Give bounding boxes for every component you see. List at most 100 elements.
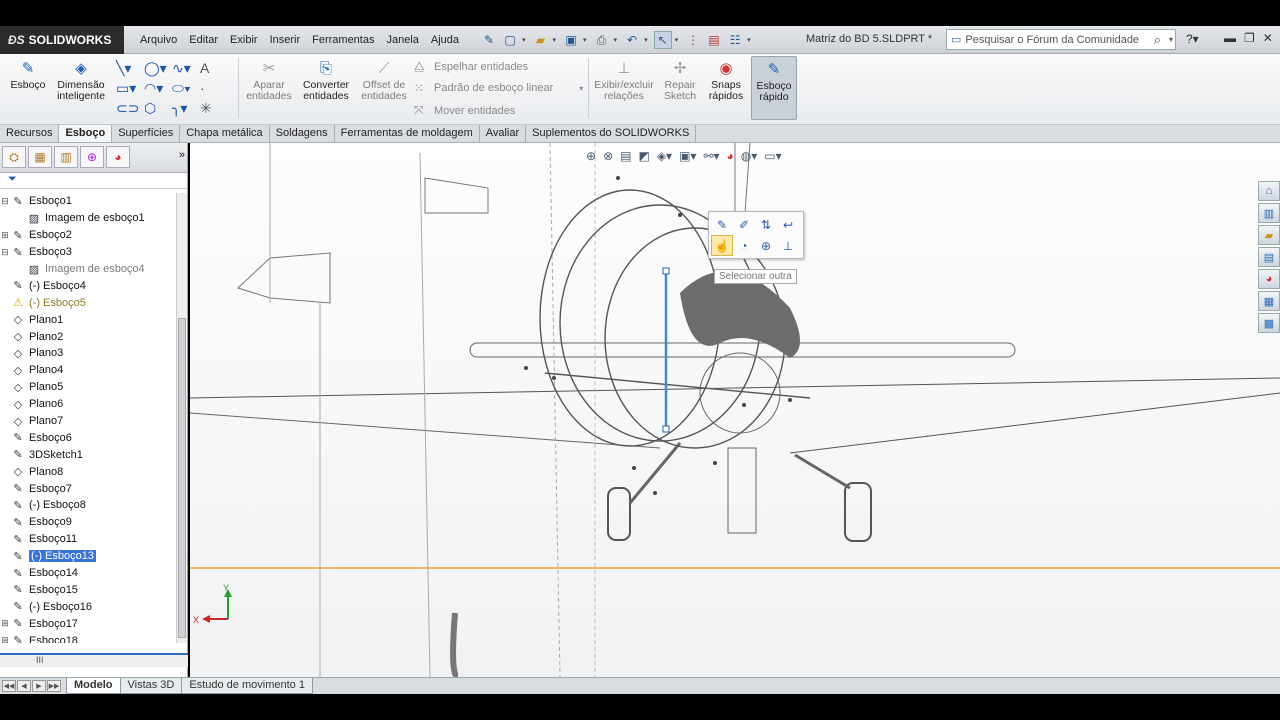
smart-dimension-button[interactable]: ◈ Dimensão inteligente (52, 58, 110, 102)
exit-sketch-icon[interactable]: ↩ (777, 214, 799, 235)
property-manager-icon[interactable]: ▦ (28, 146, 52, 168)
traffic-light-icon[interactable]: ⋮ (684, 31, 702, 49)
tree-item[interactable]: ✎ Esboço9 (0, 514, 176, 531)
menu-arquivo[interactable]: Arquivo (134, 34, 183, 46)
view-settings-icon[interactable]: ▭▾ (764, 149, 781, 163)
next-tab-icon[interactable]: ▶ (32, 680, 46, 692)
collapse-icon[interactable]: ⊟ (0, 196, 10, 207)
tree-item[interactable]: ✎ (-) Esboço13 (0, 548, 176, 565)
tab-estudo-movimento[interactable]: Estudo de movimento 1 (181, 678, 313, 694)
last-tab-icon[interactable]: ▶▶ (47, 680, 61, 692)
tree-item[interactable]: ◇ Plano1 (0, 311, 176, 328)
expand-icon[interactable]: ⊞ (0, 635, 10, 643)
edit-sketch-icon[interactable]: ✎ (711, 214, 733, 235)
menu-editar[interactable]: Editar (183, 34, 224, 46)
fillet-icon[interactable]: ╮▾ (172, 98, 200, 118)
section-view-icon[interactable]: ◩ (638, 149, 649, 163)
move-entities-button[interactable]: ⤧ Mover entidades (414, 103, 515, 118)
tree-horizontal-scrollbar[interactable]: III (0, 653, 188, 667)
tab-ferramentas-moldagem[interactable]: Ferramentas de moldagem (335, 125, 480, 142)
help-icon[interactable]: ?▾ (1186, 32, 1199, 46)
text-icon[interactable]: A (200, 58, 228, 78)
chevron-down-icon[interactable]: ▾ (522, 36, 526, 44)
tree-item[interactable]: ⊟ ✎ Esboço1 (0, 193, 176, 210)
ellipse-icon[interactable]: ⬭▾ (172, 78, 200, 98)
chevron-down-icon[interactable]: ▾ (644, 36, 648, 44)
expand-icon[interactable]: ⊞ (0, 230, 10, 241)
display-manager-icon[interactable]: ◕ (106, 146, 130, 168)
previous-view-icon[interactable]: ▤ (620, 149, 631, 163)
tree-item[interactable]: ⊞ ✎ Esboço2 (0, 227, 176, 244)
tab-recursos[interactable]: Recursos (0, 125, 60, 142)
tree-item[interactable]: ✎ Esboço15 (0, 581, 176, 598)
rectangle-icon[interactable]: ▭▾ (116, 78, 144, 98)
tab-chapa-metalica[interactable]: Chapa metálica (180, 125, 270, 142)
scrollbar-thumb[interactable] (178, 318, 186, 638)
repair-sketch-button[interactable]: ✢ Repair Sketch (660, 58, 700, 102)
new-document-icon[interactable]: ▢ (501, 31, 519, 49)
quick-snaps-button[interactable]: ◉ Snaps rápidos (704, 58, 748, 102)
chevron-down-icon[interactable]: ▾ (553, 36, 557, 44)
custom-properties-icon[interactable]: ▦ (1258, 291, 1280, 311)
convert-entities-button[interactable]: ⎘ Converter entidades (300, 58, 352, 102)
design-library-icon[interactable]: ▥ (1258, 203, 1280, 223)
polygon-icon[interactable]: ⬡ (144, 98, 172, 118)
slot-icon[interactable]: ⊂⊃ (116, 98, 144, 118)
tree-item[interactable]: ✎ Esboço14 (0, 565, 176, 582)
solidworks-logo[interactable]: ƉS SOLIDWORKS (0, 26, 124, 54)
open-folder-icon[interactable]: ▰ (532, 31, 550, 49)
tree-item[interactable]: ✎ (-) Esboço4 (0, 277, 176, 294)
hide-icon[interactable]: ◔ (733, 235, 755, 256)
file-properties-icon[interactable]: ▤ (705, 31, 723, 49)
display-relations-button[interactable]: ⊥ Exibir/excluir relações (592, 58, 656, 102)
view-palette-icon[interactable]: ▤ (1258, 247, 1280, 267)
plane-icon[interactable]: ✳ (200, 98, 228, 118)
spline-icon[interactable]: ∿▾ (172, 58, 200, 78)
undo-icon[interactable]: ↶ (623, 31, 641, 49)
appearances-icon[interactable]: ◕ (1258, 269, 1280, 289)
linear-pattern-button[interactable]: ⁙ Padrão de esboço linear ▾ (414, 81, 583, 95)
chevron-down-icon[interactable]: ▾ (675, 36, 679, 44)
chevron-down-icon[interactable]: ▾ (614, 36, 618, 44)
chevron-down-icon[interactable]: ▾ (583, 36, 587, 44)
zoom-selection-icon[interactable]: ⊕ (755, 235, 777, 256)
tab-avaliar[interactable]: Avaliar (480, 125, 527, 142)
menu-ferramentas[interactable]: Ferramentas (306, 34, 380, 46)
tree-item[interactable]: ◇ Plano5 (0, 379, 176, 396)
close-icon[interactable]: ✕ (1263, 31, 1273, 45)
print-icon[interactable]: ⎙ (593, 31, 611, 49)
zoom-to-fit-icon[interactable]: ⊕ (586, 149, 596, 163)
home-icon[interactable]: ⌂ (1258, 181, 1280, 201)
tree-item[interactable]: ⊞ ✎ Esboço18 (0, 632, 176, 643)
graphics-area[interactable]: ⊕ ⊗ ▤ ◩ ◈▾ ▣▾ ⚯▾ ◕ ◍▾ ▭▾ ⌂ ▥ ▰ ▤ ◕ ▦ ▩ ✎… (190, 143, 1280, 677)
select-other-icon[interactable]: ☝ (711, 235, 733, 256)
expand-chevron-icon[interactable]: » (179, 146, 185, 169)
dynamic-annotation-icon[interactable]: ◈▾ (657, 149, 672, 163)
tab-esboco[interactable]: Esboço (59, 125, 113, 142)
view-orientation-icon[interactable]: ▣▾ (679, 149, 696, 163)
chevron-down-icon[interactable]: ▾ (747, 36, 751, 44)
offset-entities-button[interactable]: ⟋ Offset de entidades (358, 58, 410, 102)
file-explorer-icon[interactable]: ▰ (1258, 225, 1280, 245)
tab-suplementos[interactable]: Suplementos do SOLIDWORKS (526, 125, 697, 142)
tree-item[interactable]: ⊞ ✎ Esboço17 (0, 615, 176, 632)
zoom-to-area-icon[interactable]: ⊗ (603, 149, 613, 163)
pin-icon[interactable]: ✎ (480, 31, 498, 49)
feature-manager-icon[interactable]: ⛭ (2, 146, 26, 168)
tree-item[interactable]: ◇ Plano2 (0, 328, 176, 345)
options-icon[interactable]: ☷ (726, 31, 744, 49)
tree-item[interactable]: ▨ Imagem de esboço1 (0, 210, 176, 227)
select-arrow-icon[interactable]: ↖ (653, 31, 672, 49)
filter-icon[interactable]: ⏷ (0, 173, 187, 189)
chevron-down-icon[interactable]: ▾ (1169, 35, 1173, 44)
tab-superficies[interactable]: Superfícies (112, 125, 181, 142)
menu-janela[interactable]: Janela (380, 34, 424, 46)
chevron-down-icon[interactable]: ▾ (579, 84, 583, 93)
scene-icon[interactable]: ◍▾ (741, 149, 758, 163)
tree-item[interactable]: ◇ Plano3 (0, 345, 176, 362)
tree-item[interactable]: ✎ Esboço7 (0, 480, 176, 497)
minimize-icon[interactable]: ▬ (1224, 31, 1236, 45)
rapid-sketch-button[interactable]: ✎ Esboço rápido (751, 56, 797, 120)
save-icon[interactable]: ▣ (562, 31, 580, 49)
tree-item[interactable]: ◇ Plano7 (0, 413, 176, 430)
